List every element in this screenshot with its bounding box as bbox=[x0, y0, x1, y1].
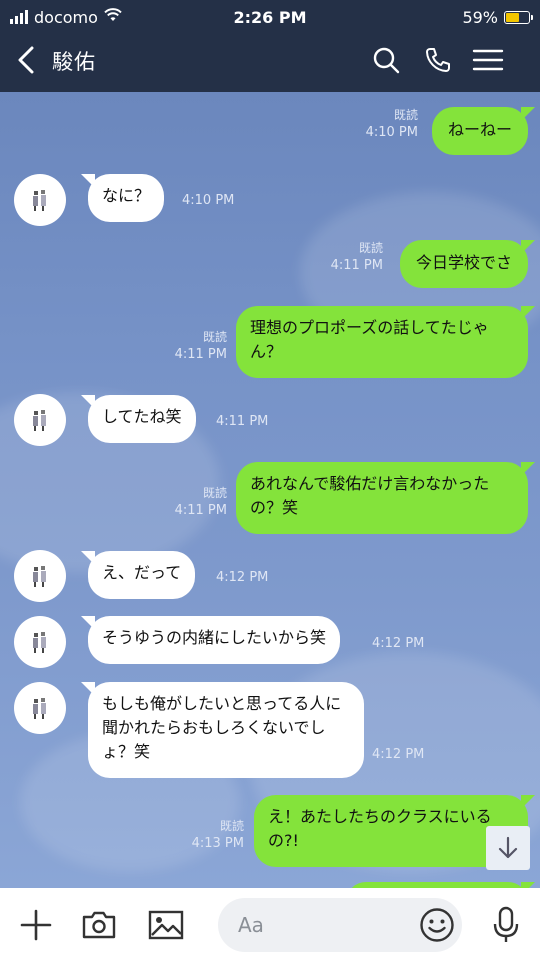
message-bubble-sent[interactable]: 今日学校でさ bbox=[399, 240, 536, 288]
image-icon bbox=[148, 910, 184, 940]
menu-button[interactable] bbox=[470, 42, 506, 78]
chat-title: 駿佑 bbox=[52, 50, 96, 74]
message-time: 4:10 PM bbox=[182, 193, 235, 208]
message-meta: 既読 4:11 PM bbox=[174, 330, 227, 362]
scroll-to-bottom-button[interactable] bbox=[486, 826, 530, 870]
message-bubble-sent[interactable]: あれなんで駿佑だけ言わなかったの？笑 bbox=[236, 462, 535, 534]
image-button[interactable] bbox=[146, 906, 186, 944]
avatar-photo-icon bbox=[33, 698, 46, 719]
back-button[interactable] bbox=[8, 42, 44, 78]
microphone-icon bbox=[493, 906, 519, 942]
avatar[interactable] bbox=[14, 394, 66, 446]
status-time: 2:26 PM bbox=[233, 7, 307, 27]
arrow-down-icon bbox=[498, 836, 518, 859]
add-button[interactable] bbox=[16, 906, 56, 944]
message-input[interactable] bbox=[238, 910, 388, 940]
message-input-box[interactable] bbox=[218, 898, 462, 952]
avatar-photo-icon bbox=[33, 566, 46, 587]
chat-area[interactable]: 既読 4:10 PM ねーねー なに？ 4:10 PM 既読 4:11 PM 今日学… bbox=[0, 92, 540, 888]
avatar[interactable] bbox=[14, 550, 66, 602]
emoji-button[interactable] bbox=[416, 904, 458, 946]
top-bar: docomo 2:26 PM 59% 駿佑 bbox=[0, 0, 540, 92]
phone-icon bbox=[426, 48, 450, 72]
message-bubble-received[interactable]: もしも俺がしたいと思ってる人に聞かれたらおもしろくないでしょ？笑 bbox=[81, 682, 364, 778]
camera-button[interactable] bbox=[79, 906, 119, 944]
chevron-left-icon bbox=[18, 46, 34, 74]
avatar-photo-icon bbox=[33, 632, 46, 653]
hamburger-menu-icon bbox=[472, 49, 504, 71]
message-bubble-sent[interactable]: 理想のプロポーズの話してたじゃん？ bbox=[236, 306, 535, 378]
message-meta: 既読 4:13 PM bbox=[191, 819, 244, 851]
message-bubble-received[interactable]: してたね笑 bbox=[81, 395, 196, 443]
battery-icon bbox=[504, 10, 533, 24]
message-meta: 既読 4:10 PM bbox=[365, 108, 418, 140]
status-right: 59% bbox=[462, 6, 533, 28]
camera-icon bbox=[82, 911, 116, 939]
message-meta: 既読 4:11 PM bbox=[330, 241, 383, 273]
message-bubble-received[interactable]: え、だって bbox=[80, 551, 196, 599]
avatar-photo-icon bbox=[33, 190, 46, 211]
message-bubble-received[interactable]: そうゆうの内緒にしたいから笑 bbox=[80, 616, 341, 664]
message-time: 4:11 PM bbox=[216, 414, 269, 429]
plus-icon bbox=[20, 909, 52, 941]
avatar[interactable] bbox=[14, 682, 66, 734]
composer-bar bbox=[0, 888, 540, 960]
avatar[interactable] bbox=[14, 174, 66, 226]
search-button[interactable] bbox=[368, 42, 404, 78]
smiley-icon bbox=[420, 908, 454, 942]
voice-button[interactable] bbox=[486, 906, 526, 944]
avatar[interactable] bbox=[14, 616, 66, 668]
message-bubble-sent[interactable]: ねーねー bbox=[431, 107, 536, 155]
battery-percent: 59% bbox=[462, 7, 498, 27]
call-button[interactable] bbox=[420, 42, 456, 78]
message-meta: 既読 4:11 PM bbox=[174, 486, 227, 518]
chat-header: 駿佑 bbox=[0, 36, 540, 86]
avatar-photo-icon bbox=[33, 410, 46, 431]
message-time: 4:12 PM bbox=[372, 636, 425, 651]
message-bubble-received[interactable]: なに？ bbox=[80, 174, 165, 222]
message-time: 4:12 PM bbox=[216, 570, 269, 585]
search-icon bbox=[373, 47, 400, 74]
message-time: 4:12 PM bbox=[372, 747, 425, 762]
